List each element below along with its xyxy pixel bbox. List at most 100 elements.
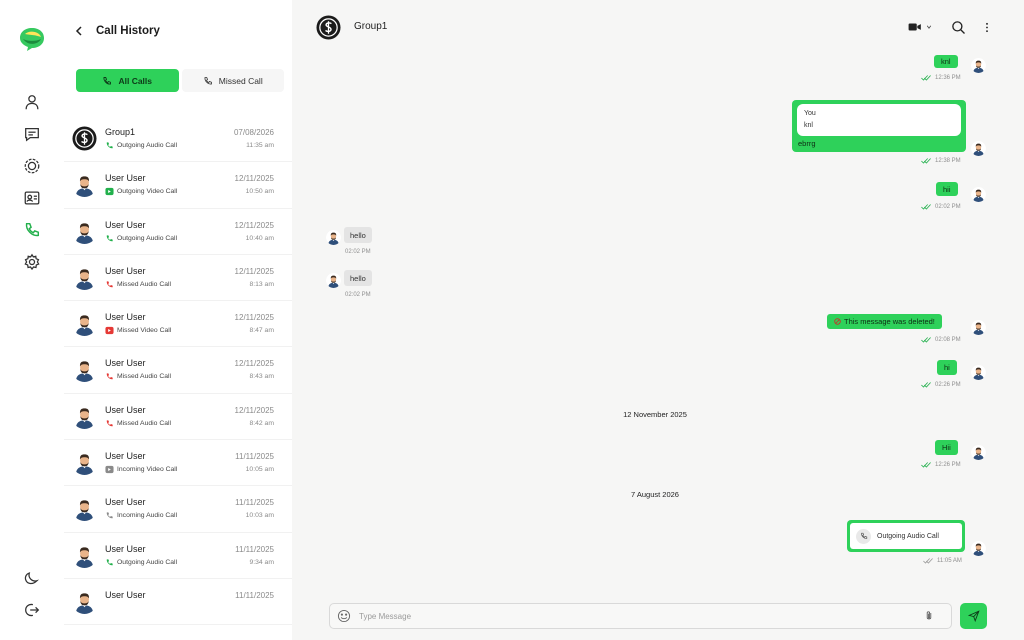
double-check-icon bbox=[921, 382, 931, 388]
call-type-label: Incoming Audio Call bbox=[117, 512, 178, 520]
call-type-label: Missed Audio Call bbox=[117, 419, 172, 427]
call-date: 11/11/2025 bbox=[235, 498, 274, 508]
call-history-item[interactable]: User User Missed Video Call 12/11/2025 8:47… bbox=[64, 301, 292, 348]
message-bubble[interactable]: hi bbox=[937, 360, 957, 375]
tab-label: Missed Call bbox=[218, 75, 263, 86]
contact-name: User User bbox=[105, 589, 146, 600]
message-input[interactable] bbox=[359, 611, 919, 621]
sender-avatar bbox=[971, 320, 986, 335]
call-history-item[interactable]: User User Missed Audio Call 12/11/2025 8:13… bbox=[64, 255, 292, 302]
call-type: Outgoing Video Call bbox=[105, 187, 177, 196]
timestamp-text: 02:02 PM bbox=[345, 292, 371, 298]
more-vertical-icon bbox=[986, 22, 988, 32]
call-date: 11/11/2025 bbox=[235, 590, 274, 600]
call-date: 11/11/2025 bbox=[235, 544, 274, 554]
rail-status-button[interactable] bbox=[21, 155, 43, 177]
tab-missed-call[interactable]: Missed Call bbox=[181, 69, 284, 92]
call-history-item[interactable]: User User Missed Audio Call 12/11/2025 8:42… bbox=[64, 394, 292, 441]
call-type: Outgoing Audio Call bbox=[105, 141, 177, 150]
reply-message-bubble[interactable]: You knl ebrrg bbox=[792, 100, 966, 152]
call-time: 8:43 am bbox=[249, 373, 274, 381]
call-history-item[interactable]: User User Outgoing Audio Call 11/11/2025 9:… bbox=[64, 533, 292, 579]
user-avatar bbox=[326, 273, 341, 288]
sender-avatar bbox=[971, 365, 986, 380]
chat-header: Group1 bbox=[292, 0, 1024, 54]
contact-avatar bbox=[72, 542, 97, 568]
user-avatar bbox=[72, 450, 97, 476]
timestamp-text: 12:36 PM bbox=[935, 75, 961, 81]
contact-avatar bbox=[72, 450, 97, 476]
user-avatar bbox=[971, 187, 986, 202]
emoji-icon[interactable] bbox=[337, 609, 351, 623]
call-history-item[interactable]: User User Outgoing Audio Call 12/11/2025 10… bbox=[64, 209, 292, 255]
attachment-icon[interactable] bbox=[923, 610, 935, 622]
contact-avatar bbox=[72, 496, 97, 522]
date-separator: 12 November 2025 bbox=[623, 410, 687, 419]
contact-avatar bbox=[72, 264, 97, 290]
call-history-item[interactable]: User User 11/11/2025 bbox=[64, 579, 292, 626]
chat-title: Group1 bbox=[354, 21, 388, 32]
nav-rail bbox=[0, 0, 64, 640]
search-button[interactable] bbox=[949, 18, 967, 36]
send-button[interactable] bbox=[960, 603, 987, 629]
call-history-item[interactable]: User User Incoming Audio Call 11/11/2025 10… bbox=[64, 486, 292, 533]
deleted-message-bubble[interactable]: This message was deleted! bbox=[827, 314, 942, 329]
call-type: Missed Video Call bbox=[105, 326, 171, 335]
call-type: Incoming Video Call bbox=[105, 465, 177, 474]
rail-contacts-button[interactable] bbox=[21, 187, 43, 209]
call-date: 12/11/2025 bbox=[234, 405, 274, 415]
call-history-item[interactable]: User User Missed Audio Call 12/11/2025 8:43… bbox=[64, 347, 292, 394]
logout-icon bbox=[25, 603, 40, 617]
incoming-video-call-icon bbox=[105, 465, 114, 474]
sender-avatar bbox=[971, 541, 986, 556]
call-type-label: Outgoing Audio Call bbox=[117, 558, 178, 566]
call-date: 12/11/2025 bbox=[234, 359, 274, 369]
timestamp-text: 12:38 PM bbox=[935, 158, 961, 164]
outgoing-call-icon bbox=[106, 234, 113, 241]
panel-title: Call History bbox=[96, 25, 160, 37]
call-type: Outgoing Audio Call bbox=[105, 234, 177, 243]
call-time: 8:47 am bbox=[249, 327, 274, 335]
tab-all-calls[interactable]: All Calls bbox=[76, 69, 179, 92]
call-type-label: Missed Video Call bbox=[117, 327, 172, 335]
user-avatar bbox=[72, 218, 97, 244]
user-avatar bbox=[72, 172, 97, 198]
sender-avatar bbox=[326, 273, 341, 288]
call-history-item[interactable]: User User Incoming Video Call 11/11/2025 10… bbox=[64, 440, 292, 487]
message-bubble[interactable]: Hii bbox=[935, 440, 958, 455]
rail-settings-button[interactable] bbox=[21, 251, 43, 273]
missed-call-icon bbox=[106, 281, 113, 288]
message-bubble[interactable]: hello bbox=[344, 270, 372, 286]
video-call-icon bbox=[105, 188, 114, 196]
message-timestamp: 12:38 PM bbox=[921, 158, 961, 164]
message-bubble[interactable]: hii bbox=[936, 182, 958, 196]
call-date: 12/11/2025 bbox=[234, 266, 274, 276]
user-avatar bbox=[72, 311, 97, 337]
group-avatar bbox=[72, 126, 97, 151]
message-bubble[interactable]: hello bbox=[344, 227, 372, 243]
theme-toggle-button[interactable] bbox=[21, 567, 43, 589]
call-date: 12/11/2025 bbox=[234, 174, 274, 184]
more-options-button[interactable] bbox=[981, 18, 993, 36]
contact-name: User User bbox=[105, 173, 146, 184]
message-timestamp: 02:02 PM bbox=[345, 292, 371, 298]
call-history-item[interactable]: User User Outgoing Video Call 12/11/2025 10… bbox=[64, 162, 292, 209]
rail-profile-button[interactable] bbox=[21, 91, 43, 113]
contact-avatar bbox=[72, 172, 97, 198]
search-icon bbox=[951, 20, 965, 34]
phone-icon bbox=[860, 532, 867, 539]
video-call-button[interactable] bbox=[907, 18, 933, 36]
back-button[interactable] bbox=[72, 24, 86, 38]
call-list: Group1 Outgoing Audio Call 07/08/2026 11:35… bbox=[64, 116, 292, 626]
rail-chats-button[interactable] bbox=[21, 123, 43, 145]
call-message-bubble[interactable]: Outgoing Audio Call bbox=[847, 520, 965, 552]
message-text: Outgoing Audio Call bbox=[877, 532, 939, 540]
contact-name: User User bbox=[105, 312, 146, 323]
call-history-item[interactable]: Group1 Outgoing Audio Call 07/08/2026 11:35… bbox=[64, 116, 292, 163]
message-text: ebrrg bbox=[798, 139, 816, 148]
rail-calls-button[interactable] bbox=[21, 219, 43, 241]
status-icon bbox=[24, 158, 40, 174]
message-bubble[interactable]: knl bbox=[934, 55, 958, 68]
quoted-message[interactable]: You knl bbox=[797, 104, 961, 136]
logout-button[interactable] bbox=[21, 599, 43, 621]
